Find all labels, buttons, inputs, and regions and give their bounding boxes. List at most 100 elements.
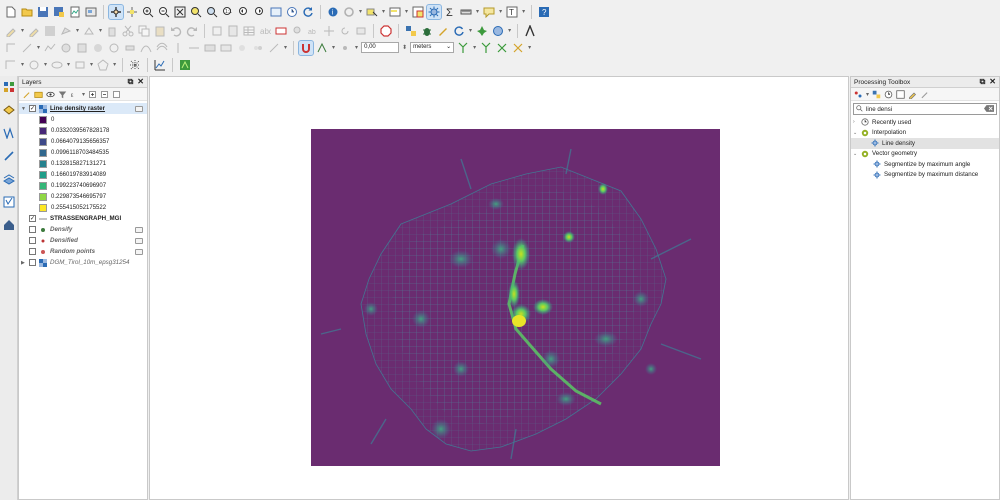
snapping-magnet-icon[interactable] (298, 39, 315, 56)
collapse-arrow-icon[interactable]: ▼ (21, 106, 27, 112)
label-tool-icon[interactable]: abc (258, 24, 272, 38)
open-project-icon[interactable] (20, 5, 34, 19)
field-calculator-icon[interactable] (226, 24, 240, 38)
close-icon[interactable]: ✕ (137, 77, 144, 87)
digitize-shape-icon[interactable] (210, 24, 224, 38)
text-annotation-icon[interactable]: T (505, 5, 519, 19)
add-mesh-icon[interactable] (2, 218, 16, 232)
offset-curve-icon[interactable] (155, 41, 169, 55)
rotate-feature-icon[interactable] (20, 41, 34, 55)
close-icon[interactable]: ✕ (989, 77, 996, 87)
delete-ring-icon[interactable] (107, 41, 121, 55)
layer-indicator-icon[interactable] (135, 248, 143, 255)
layer-row-strassengraph[interactable]: ✓ STRASSENGRAPH_MGI (19, 213, 147, 224)
identify-icon[interactable]: i (326, 5, 340, 19)
layer-visibility-checkbox[interactable]: ✓ (29, 105, 36, 112)
shape-digitize-icon[interactable] (4, 58, 18, 72)
collapse-arrow-icon[interactable]: ⌄ (853, 151, 859, 157)
map-tips-icon[interactable] (482, 5, 496, 19)
reload-plugin-icon[interactable] (452, 24, 466, 38)
algorithm-line-density[interactable]: Line density (851, 138, 999, 149)
add-delimited-text-icon[interactable] (2, 149, 16, 163)
layer-row-densify[interactable]: Densify (19, 224, 147, 235)
help-icon[interactable]: ? (537, 5, 551, 19)
ellipse-digitize-icon[interactable] (50, 58, 64, 72)
layer-indicator-icon[interactable] (135, 105, 143, 112)
snap-intersection-icon[interactable] (479, 41, 493, 55)
attribute-table-icon[interactable] (242, 24, 256, 38)
history-icon[interactable] (883, 89, 894, 100)
advanced-digitizing-icon[interactable] (4, 41, 18, 55)
north-arrow-icon[interactable] (523, 24, 537, 38)
split-parts-icon[interactable] (187, 41, 201, 55)
layer-row-densified[interactable]: Densified (19, 235, 147, 246)
zoom-native-icon[interactable]: 1:1 (221, 5, 235, 19)
float-panel-icon[interactable]: ⧉ (128, 77, 134, 87)
deselect-icon[interactable] (411, 5, 425, 19)
redo-icon[interactable] (185, 24, 199, 38)
expand-arrow-icon[interactable]: › (853, 119, 859, 125)
layer-row-dgm-tirol[interactable]: ▶ DGM_Tirol_10m_epsg31254 (19, 257, 147, 268)
mesh-digitize-icon[interactable] (128, 58, 142, 72)
zoom-next-icon[interactable] (253, 5, 267, 19)
processing-toolbox-icon[interactable] (426, 3, 443, 20)
models-icon[interactable] (853, 89, 864, 100)
add-raster-icon[interactable] (2, 103, 16, 117)
layer-visibility-checkbox[interactable] (29, 237, 36, 244)
layer-indicator-icon[interactable] (135, 237, 143, 244)
toolbox-search-input[interactable]: line densi (853, 103, 997, 115)
data-source-manager-icon[interactable] (2, 80, 16, 94)
remove-layer-icon[interactable] (111, 89, 122, 100)
pin-labels-icon[interactable] (290, 24, 304, 38)
new-map-view-icon[interactable] (269, 5, 283, 19)
zoom-last-icon[interactable] (237, 5, 251, 19)
split-features-icon[interactable] (171, 41, 185, 55)
current-edits-icon[interactable] (4, 24, 18, 38)
toggle-editing-icon[interactable] (27, 24, 41, 38)
style-manager-icon[interactable] (21, 89, 32, 100)
save-project-icon[interactable] (36, 5, 50, 19)
snapping-tolerance-field[interactable]: 0,00 (361, 42, 400, 53)
rectangle-digitize-icon[interactable] (73, 58, 87, 72)
layout-manager-icon[interactable] (84, 5, 98, 19)
algorithm-segmentize-angle[interactable]: Segmentize by maximum angle (851, 159, 999, 170)
expand-arrow-icon[interactable]: ▶ (21, 260, 27, 266)
stop-icon[interactable] (379, 24, 393, 38)
expand-all-icon[interactable] (87, 89, 98, 100)
globe-plugin-icon[interactable] (491, 24, 505, 38)
plugin-bug-icon[interactable] (420, 24, 434, 38)
topological-editing-icon[interactable] (456, 41, 470, 55)
delete-selected-icon[interactable] (105, 24, 119, 38)
collapse-arrow-icon[interactable]: ⌄ (853, 130, 859, 136)
merge-features-icon[interactable] (203, 41, 217, 55)
zoom-in-icon[interactable] (141, 5, 155, 19)
select-features-icon[interactable] (365, 5, 379, 19)
save-as-icon[interactable] (52, 5, 66, 19)
toolbox-group-recently-used[interactable]: › Recently used (851, 117, 999, 128)
label-highlight-icon[interactable] (274, 24, 288, 38)
layer-indicator-icon[interactable] (135, 226, 143, 233)
python-console-icon[interactable] (404, 24, 418, 38)
zoom-selection-icon[interactable] (189, 5, 203, 19)
toolbox-group-vector-geometry[interactable]: ⌄ Vector geometry (851, 149, 999, 160)
temporal-controller-icon[interactable] (285, 5, 299, 19)
add-virtual-layer-icon[interactable] (2, 195, 16, 209)
layer-row-line-density-raster[interactable]: ▼ ✓ Line density raster (19, 103, 147, 114)
change-label-icon[interactable] (354, 24, 368, 38)
show-labels-icon[interactable]: ab (306, 24, 320, 38)
collapse-all-icon[interactable] (99, 89, 110, 100)
layer-visibility-checkbox[interactable] (29, 259, 36, 266)
simplify-icon[interactable] (43, 41, 57, 55)
zoom-layer-icon[interactable] (205, 5, 219, 19)
float-panel-icon[interactable]: ⧉ (980, 77, 986, 87)
cut-features-icon[interactable] (121, 24, 135, 38)
copy-features-icon[interactable] (137, 24, 151, 38)
options-icon[interactable] (919, 89, 930, 100)
algorithm-segmentize-distance[interactable]: Segmentize by maximum distance (851, 170, 999, 181)
snap-vertex-icon[interactable] (315, 41, 329, 55)
trim-extend-icon[interactable] (267, 41, 281, 55)
select-by-value-icon[interactable] (388, 5, 402, 19)
paste-features-icon[interactable] (153, 24, 167, 38)
save-edits-icon[interactable] (43, 24, 57, 38)
layer-row-random-points[interactable]: Random points (19, 246, 147, 257)
